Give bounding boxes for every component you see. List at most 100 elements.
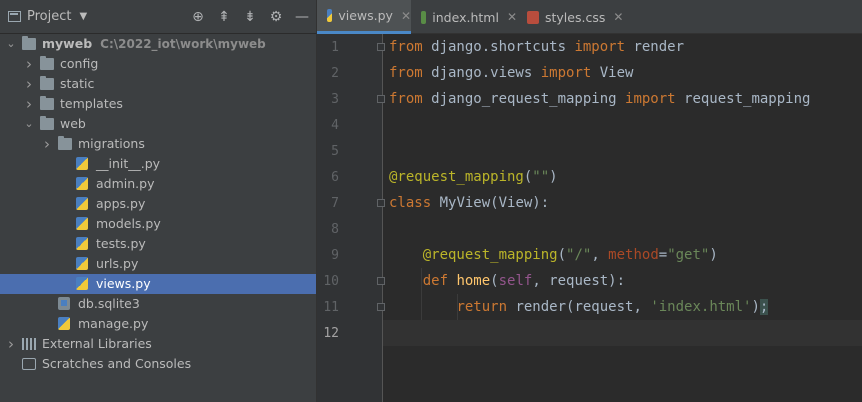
- chevron-right-icon[interactable]: ›: [24, 74, 34, 94]
- tree-item-label: models.py: [96, 216, 161, 231]
- current-line-highlight: [383, 320, 862, 346]
- tree-item[interactable]: tests.py: [0, 234, 316, 254]
- code-token: ,: [591, 247, 609, 263]
- tree-item-label: tests.py: [96, 236, 146, 251]
- tree-item[interactable]: admin.py: [0, 174, 316, 194]
- fold-marker-icon[interactable]: [377, 277, 385, 285]
- code-token: from: [389, 39, 423, 55]
- gear-icon[interactable]: ⚙: [268, 9, 284, 25]
- code-token: @request_mapping: [422, 247, 558, 263]
- tree-item[interactable]: apps.py: [0, 194, 316, 214]
- tree-item-label: External Libraries: [42, 336, 152, 351]
- tree-item-label: web: [60, 116, 86, 131]
- code-line: return render(request, 'index.html');: [389, 294, 769, 320]
- editor-tab[interactable]: index.html ✕: [411, 0, 517, 34]
- chevron-down-icon[interactable]: ⌄: [6, 34, 16, 54]
- expand-icon[interactable]: ⇞: [216, 9, 232, 25]
- tree-item[interactable]: ⌄ myweb C:\2022_iot\work\myweb: [0, 34, 316, 54]
- python-file-icon: [76, 177, 88, 190]
- project-view-selector[interactable]: Project ▼: [8, 9, 87, 24]
- python-file-icon: [76, 197, 88, 210]
- scratches-icon: [22, 358, 36, 370]
- tree-item[interactable]: models.py: [0, 214, 316, 234]
- code-token: self: [498, 273, 533, 289]
- fold-marker-icon[interactable]: [377, 199, 385, 207]
- chevron-down-icon: ▼: [79, 11, 88, 22]
- line-number: 1: [331, 40, 339, 55]
- code-editor[interactable]: 1 2 3 4 5 6 7 8 9 10 11 12 from django.shortcuts im…: [317, 34, 862, 402]
- code-token: @request_mapping: [389, 169, 524, 185]
- tab-label: index.html: [432, 9, 499, 25]
- line-number: 10: [323, 274, 339, 289]
- close-icon[interactable]: ✕: [401, 9, 411, 23]
- line-number: 7: [331, 196, 339, 211]
- code-token: render: [625, 39, 685, 55]
- editor-tab[interactable]: styles.css ✕: [517, 0, 627, 34]
- code-token: return: [456, 299, 508, 315]
- tree-item-label: config: [60, 56, 99, 71]
- collapse-icon[interactable]: ⇟: [242, 9, 258, 25]
- crosshair-icon[interactable]: ⊕: [190, 9, 206, 25]
- folder-icon: [40, 76, 54, 90]
- tree-item[interactable]: › config: [0, 54, 316, 74]
- chevron-down-icon[interactable]: ⌄: [24, 114, 34, 134]
- python-file-icon: [76, 277, 88, 290]
- tree-item[interactable]: › migrations: [0, 134, 316, 154]
- fold-marker-icon[interactable]: [377, 303, 385, 311]
- tree-item[interactable]: urls.py: [0, 254, 316, 274]
- folder-icon: [40, 56, 54, 70]
- chevron-right-icon[interactable]: ›: [42, 134, 52, 154]
- folder-icon: [22, 36, 36, 50]
- chevron-right-icon[interactable]: ›: [24, 94, 34, 114]
- libraries-icon: [22, 338, 36, 350]
- tree-item[interactable]: ⌄ web: [0, 114, 316, 134]
- project-title: Project: [27, 9, 72, 24]
- close-icon[interactable]: ✕: [507, 10, 517, 24]
- css-file-icon: [527, 10, 539, 24]
- chevron-right-icon[interactable]: ›: [24, 54, 34, 74]
- tree-item-label: apps.py: [96, 196, 146, 211]
- code-token: method: [608, 247, 659, 263]
- code-token: =: [658, 247, 668, 263]
- project-panel: Project ▼ ⊕ ⇞ ⇟ ⚙ — ⌄ myweb C:\2022_iot\wo…: [0, 0, 317, 402]
- tree-item[interactable]: __init__.py: [0, 154, 316, 174]
- tree-item[interactable]: › static: [0, 74, 316, 94]
- minimize-icon[interactable]: —: [294, 9, 310, 25]
- code-line: @request_mapping("/", method="get"): [389, 242, 718, 268]
- close-icon[interactable]: ✕: [613, 10, 623, 24]
- line-number: 11: [323, 300, 339, 315]
- tree-item-label: static: [60, 76, 95, 91]
- tab-label: views.py: [338, 8, 393, 23]
- code-token: django_request_mapping: [422, 91, 626, 107]
- python-file-icon: [76, 237, 88, 250]
- line-number: 4: [331, 118, 339, 133]
- line-number: 12: [323, 326, 339, 341]
- tree-item[interactable]: db.sqlite3: [0, 294, 316, 314]
- tree-item-label: templates: [60, 96, 123, 111]
- editor-tab[interactable]: views.py ✕: [317, 0, 411, 34]
- code-token: View: [591, 65, 634, 81]
- fold-marker-icon[interactable]: [377, 43, 385, 51]
- tree-item[interactable]: › templates: [0, 94, 316, 114]
- code-token: MyView(View):: [431, 195, 550, 211]
- tree-item[interactable]: manage.py: [0, 314, 316, 334]
- line-number: 9: [331, 248, 339, 263]
- tree-item-label: myweb C:\2022_iot\work\myweb: [42, 36, 266, 51]
- code-token: request_mapping: [675, 91, 811, 107]
- project-toolbar: Project ▼ ⊕ ⇞ ⇟ ⚙ —: [0, 0, 316, 34]
- python-file-icon: [76, 217, 88, 230]
- tree-item[interactable]: Scratches and Consoles: [0, 354, 316, 374]
- py-file-icon: [327, 9, 333, 22]
- tree-item-label: admin.py: [96, 176, 155, 191]
- code-line: from django_request_mapping import reque…: [389, 86, 810, 112]
- chevron-right-icon[interactable]: ›: [6, 334, 16, 354]
- tree-item-label: views.py: [96, 276, 151, 291]
- python-file-icon: [76, 157, 88, 170]
- tree-item-label: __init__.py: [96, 156, 161, 171]
- tree-item[interactable]: › External Libraries: [0, 334, 316, 354]
- fold-marker-icon[interactable]: [377, 95, 385, 103]
- code-token: render(request,: [507, 299, 651, 315]
- tree-item[interactable]: views.py: [0, 274, 316, 294]
